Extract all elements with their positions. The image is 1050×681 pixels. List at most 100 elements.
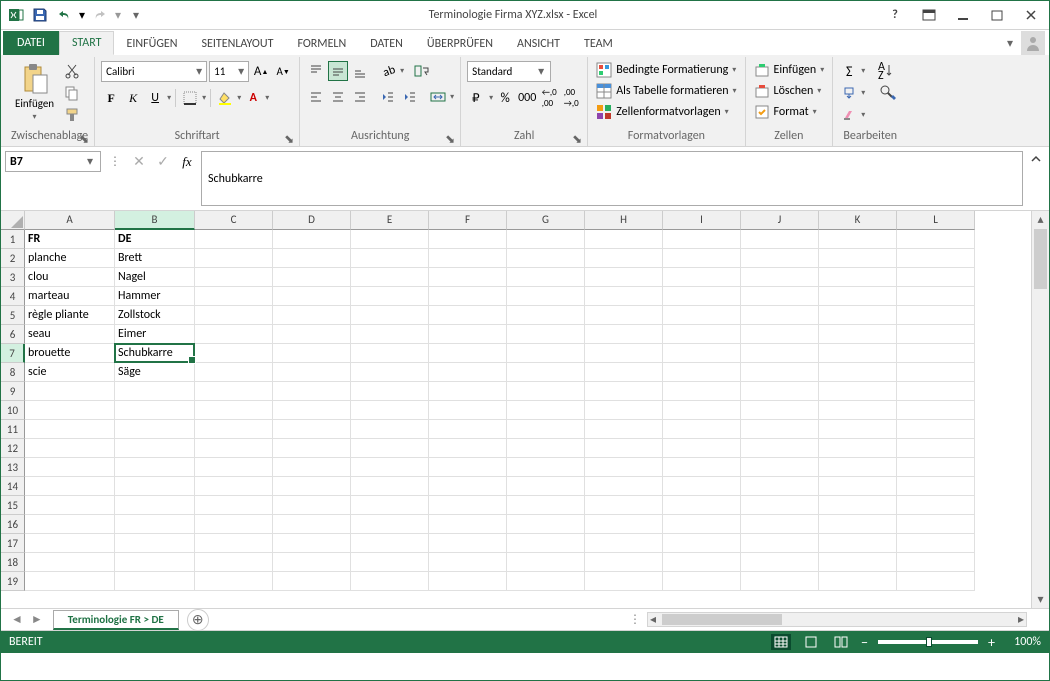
- cell[interactable]: [273, 382, 351, 401]
- cell[interactable]: [273, 287, 351, 306]
- cell[interactable]: [585, 420, 663, 439]
- column-header[interactable]: A: [25, 211, 115, 230]
- cell[interactable]: [195, 344, 273, 363]
- cell[interactable]: [351, 268, 429, 287]
- cell[interactable]: [663, 401, 741, 420]
- cell[interactable]: [351, 572, 429, 591]
- font-color-icon[interactable]: A: [243, 88, 263, 108]
- cell[interactable]: [429, 287, 507, 306]
- cell[interactable]: [663, 420, 741, 439]
- cell[interactable]: [25, 572, 115, 591]
- format-cells-button[interactable]: Format▾: [752, 103, 819, 121]
- cell[interactable]: [819, 344, 897, 363]
- cell[interactable]: [273, 344, 351, 363]
- tab-ueberpruefen[interactable]: ÜBERPRÜFEN: [415, 33, 505, 55]
- cell[interactable]: [741, 534, 819, 553]
- cell[interactable]: [429, 306, 507, 325]
- formula-input[interactable]: [201, 151, 1023, 206]
- percent-icon[interactable]: %: [495, 88, 515, 108]
- cell[interactable]: [741, 420, 819, 439]
- horizontal-scrollbar[interactable]: ◂ ▸: [647, 612, 1027, 627]
- cell[interactable]: [585, 515, 663, 534]
- column-header[interactable]: J: [741, 211, 819, 230]
- cell[interactable]: [115, 534, 195, 553]
- cell[interactable]: [25, 401, 115, 420]
- cell[interactable]: [819, 363, 897, 382]
- cell[interactable]: [663, 553, 741, 572]
- cell[interactable]: [273, 572, 351, 591]
- tab-scroll-handle-icon[interactable]: ⋮: [623, 612, 647, 627]
- copy-icon[interactable]: [62, 83, 82, 103]
- cell[interactable]: [507, 553, 585, 572]
- column-header[interactable]: F: [429, 211, 507, 230]
- cell[interactable]: Nagel: [115, 268, 195, 287]
- cell[interactable]: [195, 401, 273, 420]
- cell[interactable]: [351, 477, 429, 496]
- cell[interactable]: [507, 496, 585, 515]
- cell[interactable]: [819, 439, 897, 458]
- cell[interactable]: [897, 325, 975, 344]
- cell[interactable]: Schubkarre: [115, 344, 195, 363]
- merge-center-icon[interactable]: [428, 87, 448, 107]
- cell[interactable]: [741, 363, 819, 382]
- select-all-triangle[interactable]: [1, 211, 25, 230]
- cell[interactable]: [429, 363, 507, 382]
- cell[interactable]: [741, 344, 819, 363]
- underline-icon[interactable]: U: [145, 88, 165, 108]
- zoom-out-icon[interactable]: −: [861, 634, 868, 651]
- cell[interactable]: [819, 249, 897, 268]
- wrap-text-icon[interactable]: [412, 61, 432, 81]
- cell[interactable]: FR: [25, 230, 115, 249]
- cell[interactable]: [663, 230, 741, 249]
- cell[interactable]: [273, 268, 351, 287]
- cell[interactable]: [195, 420, 273, 439]
- cell[interactable]: [115, 382, 195, 401]
- cell[interactable]: [273, 515, 351, 534]
- column-header[interactable]: E: [351, 211, 429, 230]
- cell[interactable]: [741, 325, 819, 344]
- cell[interactable]: [897, 230, 975, 249]
- cell[interactable]: [195, 382, 273, 401]
- cell[interactable]: [429, 553, 507, 572]
- cell[interactable]: [663, 344, 741, 363]
- user-avatar-icon[interactable]: [1021, 31, 1045, 55]
- format-painter-icon[interactable]: [62, 105, 82, 125]
- cell[interactable]: [819, 477, 897, 496]
- cell[interactable]: [741, 249, 819, 268]
- cell[interactable]: [819, 572, 897, 591]
- spreadsheet-grid[interactable]: ABCDEFGHIJKL 123456789101112131415161718…: [1, 211, 1049, 608]
- cell[interactable]: [195, 249, 273, 268]
- save-icon[interactable]: [29, 4, 51, 26]
- cell[interactable]: [507, 534, 585, 553]
- cell[interactable]: [585, 287, 663, 306]
- clipboard-launcher-icon[interactable]: ⬊: [78, 132, 90, 144]
- cell[interactable]: [507, 515, 585, 534]
- cell[interactable]: clou: [25, 268, 115, 287]
- row-header[interactable]: 4: [1, 287, 25, 306]
- vertical-scrollbar[interactable]: ▴ ▾: [1031, 211, 1049, 608]
- cell[interactable]: [429, 325, 507, 344]
- cell[interactable]: [351, 439, 429, 458]
- align-center-icon[interactable]: [328, 87, 348, 107]
- cell[interactable]: [819, 515, 897, 534]
- cell[interactable]: [25, 439, 115, 458]
- cell[interactable]: [507, 287, 585, 306]
- sort-filter-icon[interactable]: AZ: [875, 61, 901, 81]
- cell[interactable]: [663, 268, 741, 287]
- cell[interactable]: [585, 306, 663, 325]
- cell[interactable]: [195, 268, 273, 287]
- accounting-icon[interactable]: ₽: [467, 88, 487, 108]
- column-header[interactable]: L: [897, 211, 975, 230]
- row-header[interactable]: 9: [1, 382, 25, 401]
- align-middle-icon[interactable]: [328, 61, 348, 81]
- cell[interactable]: [351, 344, 429, 363]
- cell[interactable]: [351, 249, 429, 268]
- cell[interactable]: [429, 382, 507, 401]
- redo-dropdown-icon[interactable]: ▾: [113, 8, 123, 23]
- font-name-combo[interactable]: ▾: [101, 61, 207, 82]
- cell[interactable]: [25, 553, 115, 572]
- cell[interactable]: [741, 515, 819, 534]
- cell[interactable]: [663, 439, 741, 458]
- cell[interactable]: [115, 553, 195, 572]
- cell[interactable]: [897, 306, 975, 325]
